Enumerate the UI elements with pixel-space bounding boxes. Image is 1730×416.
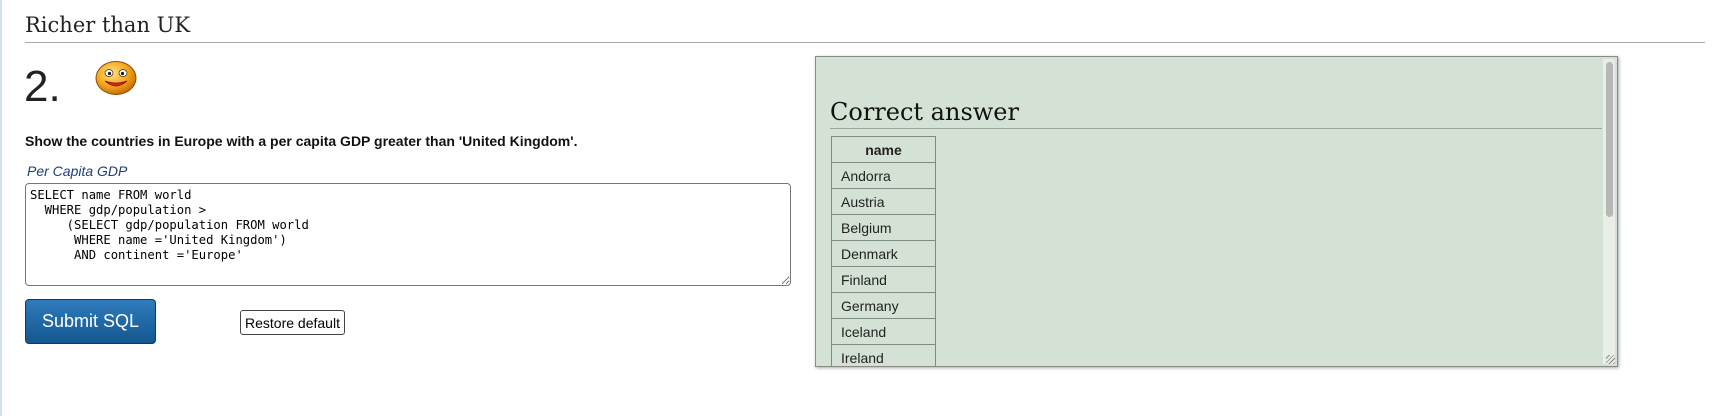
table-row: Andorra [831, 162, 936, 189]
correct-answer-panel[interactable]: Correct answer name Andorra Austria Belg… [815, 56, 1618, 367]
question-prompt: Show the countries in Europe with a per … [25, 133, 578, 149]
table-cell: Andorra [831, 162, 936, 189]
table-row: Finland [831, 266, 936, 293]
sql-field-label: Per Capita GDP [27, 163, 128, 179]
answer-table: name Andorra Austria Belgium Denmark Fin… [831, 136, 936, 366]
table-cell: Finland [831, 266, 936, 293]
column-header-name: name [831, 136, 936, 163]
table-cell: Germany [831, 292, 936, 319]
table-row: Ireland [831, 344, 936, 366]
resize-handle-icon[interactable] [1606, 355, 1615, 364]
table-row: Denmark [831, 240, 936, 267]
table-row: Iceland [831, 318, 936, 345]
table-cell: Denmark [831, 240, 936, 267]
answer-scrollbar-thumb[interactable] [1606, 62, 1613, 217]
answer-title: Correct answer [830, 98, 1019, 126]
smiley-face-icon [95, 61, 137, 95]
question-number: 2. [24, 62, 61, 111]
sql-editor[interactable] [25, 183, 791, 286]
heading-divider [25, 42, 1705, 43]
table-row: Austria [831, 188, 936, 215]
table-cell: Austria [831, 188, 936, 215]
restore-default-button[interactable]: Restore default [240, 310, 345, 335]
page-heading: Richer than UK [25, 13, 191, 37]
submit-sql-button[interactable]: Submit SQL [25, 299, 156, 344]
table-row: Germany [831, 292, 936, 319]
table-cell: Ireland [831, 344, 936, 366]
window-edge [0, 0, 2, 416]
table-cell: Belgium [831, 214, 936, 241]
answer-divider [830, 128, 1602, 129]
table-row: Belgium [831, 214, 936, 241]
table-cell: Iceland [831, 318, 936, 345]
